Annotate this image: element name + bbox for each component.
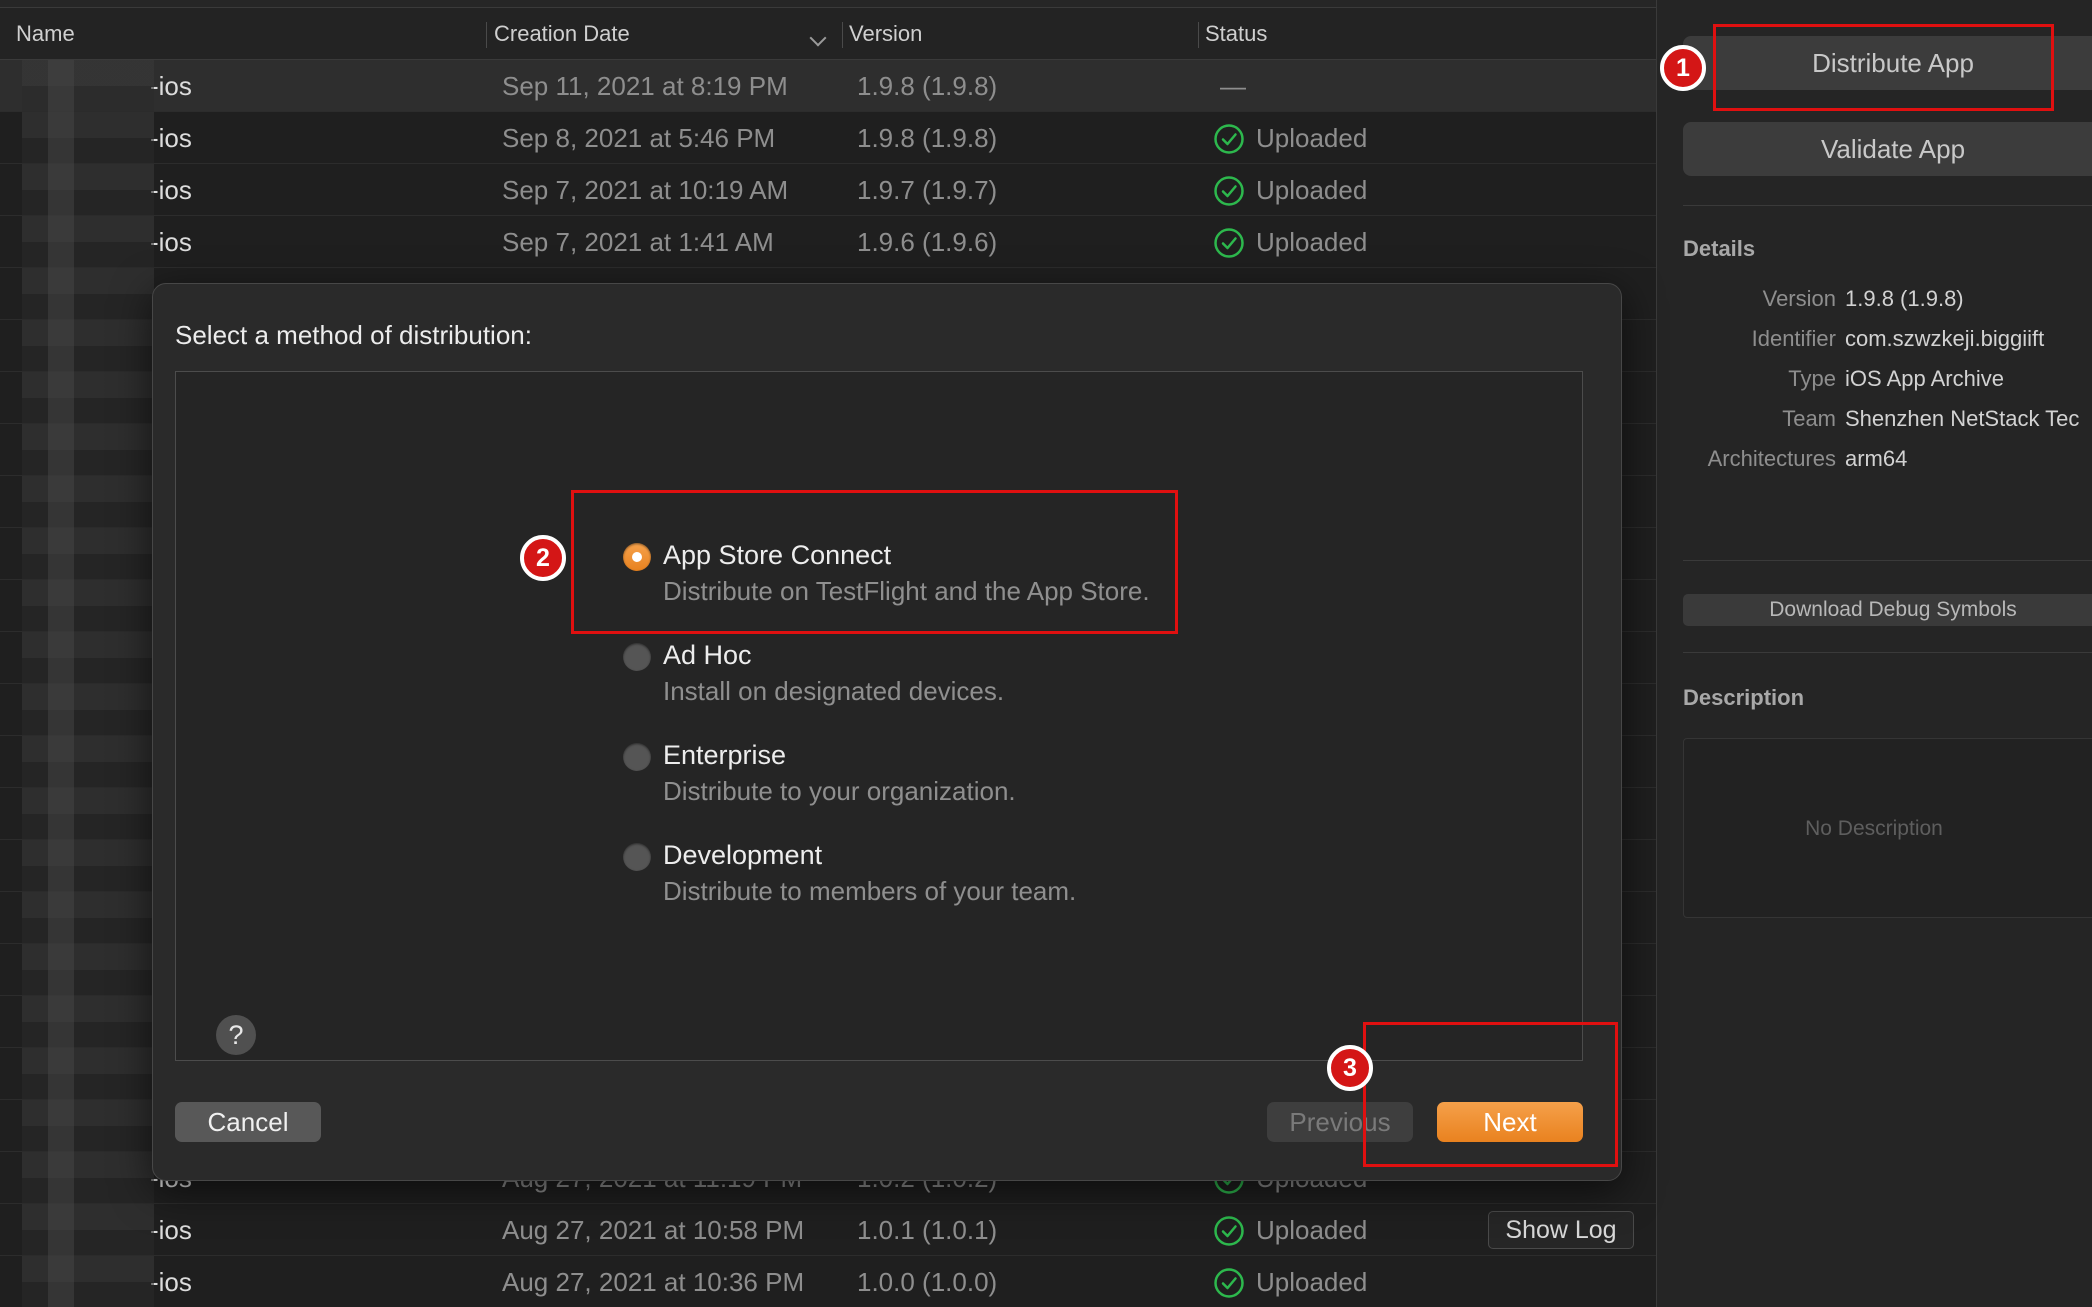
option-title: Development (663, 840, 823, 870)
annotation-badge-1: 1 (1660, 45, 1706, 91)
detail-value-team: Shenzhen NetStack Tec (1845, 406, 2080, 431)
divider (1683, 652, 2092, 653)
help-button[interactable]: ? (216, 1015, 256, 1055)
inspector-panel: Distribute App Validate App Details Vers… (1656, 0, 2092, 1307)
table-row[interactable]: -ios Aug 27, 2021 at 10:36 PM 1.0.0 (1.0… (0, 1256, 1656, 1307)
radio-icon[interactable] (623, 843, 651, 871)
description-placeholder: No Description (1805, 817, 1943, 840)
column-header-creation-date[interactable]: Creation Date (494, 8, 630, 60)
show-log-button[interactable]: Show Log (1488, 1211, 1634, 1249)
archive-status: — (1220, 71, 1246, 101)
divider (1683, 205, 2092, 206)
archive-status: Uploaded (1256, 227, 1368, 257)
cancel-button[interactable]: Cancel (175, 1102, 321, 1142)
description-field[interactable]: No Description (1683, 738, 2092, 918)
chevron-down-icon[interactable] (809, 29, 827, 47)
redacted-app-icons (22, 60, 154, 1307)
table-row[interactable]: -ios Sep 11, 2021 at 8:19 PM 1.9.8 (1.9.… (0, 60, 1656, 112)
option-description: Install on designated devices. (663, 676, 1005, 706)
archive-version: 1.9.6 (1.9.6) (857, 227, 998, 257)
detail-key-identifier: Identifier (1751, 326, 1836, 351)
archive-version: 1.9.8 (1.9.8) (857, 123, 998, 153)
option-title: Ad Hoc (663, 640, 752, 670)
table-row[interactable]: -ios Sep 7, 2021 at 10:19 AM 1.9.7 (1.9.… (0, 164, 1656, 216)
archive-name: -ios (150, 1215, 192, 1245)
archive-date: Sep 7, 2021 at 10:19 AM (502, 175, 789, 205)
archive-name: -ios (150, 123, 192, 153)
table-row[interactable]: -ios Sep 8, 2021 at 5:46 PM 1.9.8 (1.9.8… (0, 112, 1656, 164)
annotation-box-next (1363, 1022, 1618, 1167)
download-debug-symbols-button[interactable]: Download Debug Symbols (1683, 594, 2092, 626)
archive-date: Aug 27, 2021 at 10:36 PM (502, 1267, 805, 1297)
option-ad-hoc[interactable]: Ad Hoc Install on designated devices. (623, 640, 1223, 720)
column-divider (842, 22, 843, 48)
details-heading: Details (1683, 236, 1756, 261)
archive-date: Sep 8, 2021 at 5:46 PM (502, 123, 776, 153)
archive-version: 1.9.7 (1.9.7) (857, 175, 998, 205)
column-divider (486, 22, 487, 48)
radio-icon[interactable] (623, 643, 651, 671)
table-row[interactable]: -ios Aug 27, 2021 at 10:58 PM 1.0.1 (1.0… (0, 1204, 1656, 1256)
check-circle-icon (1214, 1268, 1244, 1298)
check-circle-icon (1214, 176, 1244, 206)
divider (1683, 560, 2092, 561)
archive-status: Uploaded (1256, 1215, 1368, 1245)
detail-value-architectures: arm64 (1845, 446, 1908, 471)
option-enterprise[interactable]: Enterprise Distribute to your organizati… (623, 740, 1223, 820)
annotation-badge-3: 3 (1327, 1045, 1373, 1091)
detail-value-type: iOS App Archive (1845, 366, 2004, 391)
annotation-badge-2: 2 (520, 535, 566, 581)
column-divider (1198, 22, 1199, 48)
check-circle-icon (1214, 124, 1244, 154)
validate-app-button[interactable]: Validate App (1683, 122, 2092, 176)
option-title: Enterprise (663, 740, 787, 770)
description-heading: Description (1683, 685, 1805, 710)
archive-date: Aug 27, 2021 at 10:58 PM (502, 1215, 805, 1245)
dialog-title: Select a method of distribution: (175, 320, 532, 350)
archive-version: 1.0.1 (1.0.1) (857, 1215, 998, 1245)
check-circle-icon (1214, 1216, 1244, 1246)
toolbar-edge (0, 0, 1656, 8)
check-circle-icon (1214, 228, 1244, 258)
archive-status: Uploaded (1256, 175, 1368, 205)
option-description: Distribute to members of your team. (663, 876, 1077, 906)
list-header: Name Creation Date Version Status (0, 8, 1656, 60)
annotation-box-app-store-connect (571, 490, 1178, 634)
archive-status: Uploaded (1256, 123, 1368, 153)
archive-name: -ios (150, 227, 192, 257)
option-development[interactable]: Development Distribute to members of you… (623, 840, 1223, 920)
detail-key-architectures: Architectures (1707, 446, 1836, 471)
archive-name: -ios (150, 71, 192, 101)
column-header-name[interactable]: Name (16, 8, 75, 60)
radio-icon[interactable] (623, 743, 651, 771)
annotation-box-distribute (1713, 24, 2054, 111)
detail-key-team: Team (1782, 406, 1836, 431)
archive-version: 1.0.0 (1.0.0) (857, 1267, 998, 1297)
archive-date: Sep 11, 2021 at 8:19 PM (502, 71, 788, 101)
archive-version: 1.9.8 (1.9.8) (857, 71, 998, 101)
detail-value-identifier: com.szwzkeji.biggiift (1845, 326, 2045, 351)
redacted-app-icons (48, 60, 74, 1307)
column-header-version[interactable]: Version (849, 8, 922, 60)
archive-name: -ios (150, 175, 192, 205)
distribution-options-panel: App Store Connect Distribute on TestFlig… (175, 371, 1583, 1061)
detail-value-version: 1.9.8 (1.9.8) (1845, 286, 1964, 311)
column-header-status[interactable]: Status (1205, 8, 1267, 60)
detail-key-version: Version (1762, 286, 1836, 311)
archive-date: Sep 7, 2021 at 1:41 AM (502, 227, 774, 257)
archive-name: -ios (150, 1267, 192, 1297)
archive-status: Uploaded (1256, 1267, 1368, 1297)
detail-key-type: Type (1788, 366, 1836, 391)
table-row[interactable]: -ios Sep 7, 2021 at 1:41 AM 1.9.6 (1.9.6… (0, 216, 1656, 268)
option-description: Distribute to your organization. (663, 776, 1016, 806)
